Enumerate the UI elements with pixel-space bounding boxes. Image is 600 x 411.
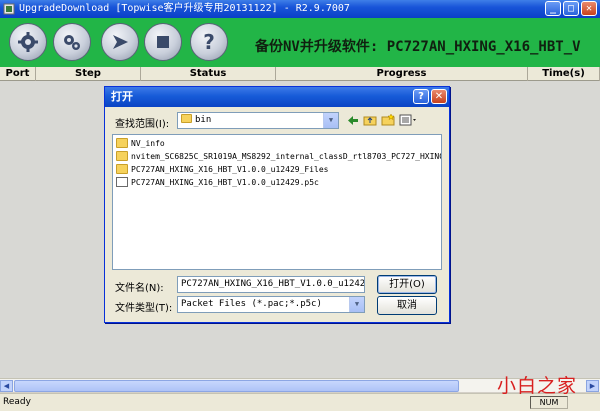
file-name: nvitem_SC6825C_SR1019A_MS8292_internal_c…: [131, 152, 442, 161]
watermark: 小白之家: [497, 375, 578, 397]
app-titlebar[interactable]: UpgradeDownload [Topwise客户升级专用20131122] …: [0, 0, 600, 18]
status-text: Ready: [3, 397, 31, 407]
column-status[interactable]: Status: [141, 67, 276, 81]
filename-label: 文件名(N):: [115, 283, 164, 294]
look-in-label: 查找范围(I):: [115, 119, 170, 130]
stop-icon: [157, 36, 169, 48]
scroll-right-icon[interactable]: ▶: [586, 380, 599, 392]
folder-icon: [116, 137, 128, 148]
maximize-button[interactable]: □: [563, 1, 579, 16]
banner-text: 备份NV并升级软件: PC727AN_HXING_X16_HBT_V: [255, 39, 581, 55]
help-icon: ?: [203, 30, 215, 54]
chevron-down-icon[interactable]: ▼: [349, 297, 364, 312]
folder-icon: [181, 114, 192, 123]
filetype-value: Packet Files (*.pac;*.p5c): [181, 299, 322, 309]
packet-file-icon: [116, 176, 128, 187]
new-folder-icon[interactable]: [381, 114, 395, 126]
folder-icon: [116, 150, 128, 161]
table-header: Port Step Status Progress Time(s): [0, 67, 600, 81]
stop-button[interactable]: [144, 23, 182, 61]
window-title: UpgradeDownload [Topwise客户升级专用20131122] …: [19, 3, 350, 14]
file-name: PC727AN_HXING_X16_HBT_V1.0.0_u12429.p5c: [131, 178, 319, 187]
open-file-dialog: 打开 ? ✕ 查找范围(I): bin ▼ NV_info nvitem_SC6…: [104, 86, 450, 323]
play-icon: [113, 35, 128, 49]
column-time[interactable]: Time(s): [528, 67, 600, 81]
look-in-value: bin: [195, 115, 212, 125]
look-in-select[interactable]: bin ▼: [177, 112, 339, 129]
settings-button[interactable]: [53, 23, 91, 61]
gear-icon: [18, 32, 38, 52]
scroll-thumb[interactable]: [14, 380, 459, 392]
dialog-help-button[interactable]: ?: [413, 89, 429, 104]
column-progress[interactable]: Progress: [276, 67, 528, 81]
toolbar: ? 备份NV并升级软件: PC727AN_HXING_X16_HBT_V: [0, 18, 600, 67]
column-port[interactable]: Port: [0, 67, 36, 81]
dialog-title: 打开: [111, 90, 133, 103]
dialog-close-button[interactable]: ✕: [431, 89, 447, 104]
filetype-label: 文件类型(T):: [115, 303, 173, 314]
file-list[interactable]: NV_info nvitem_SC6825C_SR1019A_MS8292_in…: [112, 134, 442, 270]
help-button[interactable]: ?: [190, 23, 228, 61]
list-item[interactable]: nvitem_SC6825C_SR1019A_MS8292_internal_c…: [116, 150, 442, 163]
list-item-selected[interactable]: PC727AN_HXING_X16_HBT_V1.0.0_u12429.p5c: [116, 176, 319, 189]
folder-icon: [116, 163, 128, 174]
open-button[interactable]: 打开(O): [377, 275, 437, 294]
cancel-button[interactable]: 取消: [377, 296, 437, 315]
back-arrow-icon[interactable]: [347, 115, 359, 126]
chevron-down-icon[interactable]: ▼: [323, 113, 338, 128]
up-folder-icon[interactable]: [363, 114, 377, 126]
app-icon: [3, 3, 15, 15]
file-name: NV_info: [131, 139, 165, 148]
load-packet-button[interactable]: [9, 23, 47, 61]
list-item[interactable]: PC727AN_HXING_X16_HBT_V1.0.0_u12429_File…: [116, 163, 328, 176]
close-button[interactable]: ✕: [581, 1, 597, 16]
column-step[interactable]: Step: [36, 67, 141, 81]
scroll-left-icon[interactable]: ◀: [0, 380, 13, 392]
start-button[interactable]: [101, 23, 139, 61]
filename-input[interactable]: PC727AN_HXING_X16_HBT_V1.0.0_u12429: [177, 276, 365, 293]
settings-gears-icon: [64, 35, 80, 50]
file-name: PC727AN_HXING_X16_HBT_V1.0.0_u12429_File…: [131, 165, 329, 174]
filetype-select[interactable]: Packet Files (*.pac;*.p5c) ▼: [177, 296, 365, 313]
view-menu-icon[interactable]: [399, 114, 417, 126]
minimize-button[interactable]: _: [545, 1, 561, 16]
list-item[interactable]: NV_info: [116, 137, 165, 150]
filename-value: PC727AN_HXING_X16_HBT_V1.0.0_u12429: [181, 279, 365, 289]
dialog-titlebar[interactable]: 打开: [105, 87, 449, 107]
